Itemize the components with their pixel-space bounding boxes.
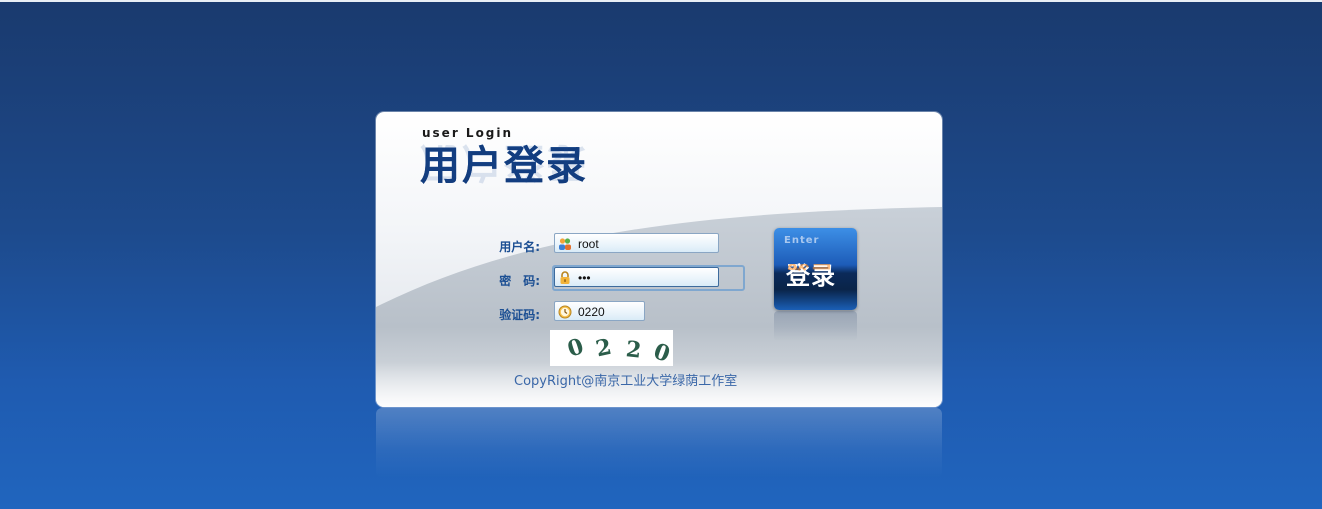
username-value: root: [578, 237, 599, 251]
login-button[interactable]: Enter 登录 登录: [774, 228, 857, 310]
captcha-field[interactable]: 0220: [554, 301, 645, 321]
panel-reflection: [376, 408, 942, 478]
login-title-reflection: 用户登录: [420, 139, 588, 185]
captcha-digit: 0: [650, 338, 674, 368]
captcha-digit: 0: [564, 333, 587, 363]
username-field[interactable]: root: [554, 233, 719, 253]
password-label: 密 码:: [499, 274, 540, 288]
login-button-en-label: Enter: [784, 235, 820, 246]
login-button-reflection: [774, 311, 857, 341]
username-label: 用户名:: [499, 240, 540, 254]
captcha-label: 验证码:: [499, 308, 540, 322]
captcha-image[interactable]: 0 2 2 0: [550, 330, 674, 368]
copyright-text: CopyRight@南京工业大学绿荫工作室: [514, 374, 738, 389]
login-subtitle: user Login: [422, 126, 514, 140]
clock-icon: [558, 304, 572, 319]
captcha-value: 0220: [578, 305, 605, 319]
login-panel: user Login 用户登录 用户登录 用户名: root 密 码: ••• …: [376, 112, 942, 407]
top-edge-line: [0, 0, 1322, 2]
password-field[interactable]: •••: [554, 267, 719, 287]
lock-icon: [558, 270, 572, 284]
password-value: •••: [578, 271, 591, 285]
captcha-digit: 2: [593, 333, 614, 363]
captcha-digit: 2: [624, 336, 643, 364]
users-icon: [558, 236, 572, 250]
login-button-label-reflection: 登录: [786, 264, 834, 278]
